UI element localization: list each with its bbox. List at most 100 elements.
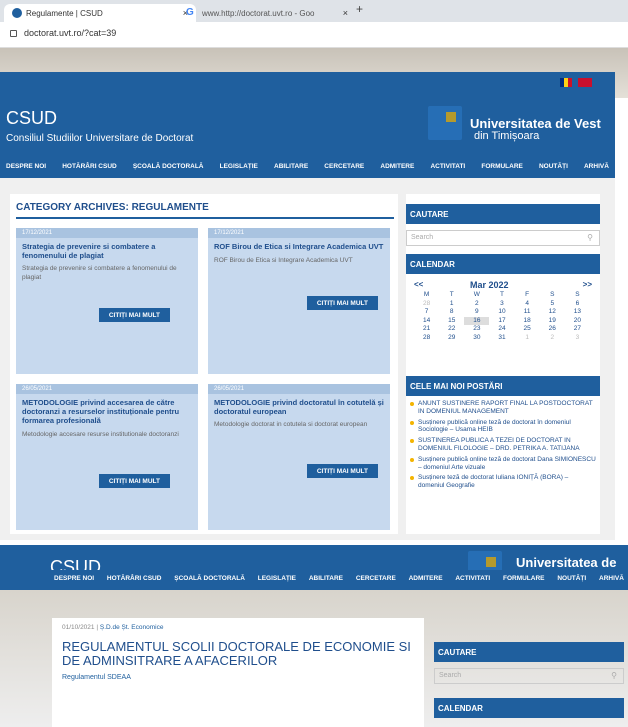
- new-tab-button[interactable]: +: [356, 2, 363, 16]
- nav-legislatie[interactable]: LEGISLAȚIE: [220, 163, 258, 170]
- calendar-day[interactable]: 31: [489, 334, 514, 343]
- university-name: Universitatea de Vest: [470, 116, 601, 131]
- calendar-day[interactable]: 27: [565, 325, 590, 334]
- calendar-day[interactable]: 15: [439, 317, 464, 326]
- tab-google[interactable]: G www.http://doctorat.uvt.ro - Goo ×: [176, 4, 356, 22]
- post-title[interactable]: METODOLOGIE privind doctoratul în cotute…: [214, 398, 384, 416]
- calendar-day[interactable]: 3: [565, 334, 590, 343]
- nav-despre-noi[interactable]: DESPRE NOI: [6, 163, 46, 170]
- calendar-day[interactable]: 3: [489, 300, 514, 309]
- calendar-day[interactable]: 30: [464, 334, 489, 343]
- read-more-button[interactable]: CITIȚI MAI MULT: [98, 474, 170, 488]
- post-excerpt: Metodologie accesare resurse institution…: [22, 431, 179, 438]
- calendar-day[interactable]: 1: [439, 300, 464, 309]
- calendar-day[interactable]: 22: [439, 325, 464, 334]
- nav-formulare[interactable]: FORMULARE: [503, 575, 545, 582]
- nav-noutati[interactable]: NOUTĂȚI: [539, 163, 568, 170]
- calendar-day[interactable]: 19: [540, 317, 565, 326]
- calendar-day[interactable]: 4: [515, 300, 540, 309]
- nav-admitere[interactable]: ADMITERE: [380, 163, 414, 170]
- calendar-day[interactable]: 2: [464, 300, 489, 309]
- english-flag-icon[interactable]: [578, 78, 592, 87]
- post-title[interactable]: METODOLOGIE privind accesarea de către d…: [22, 398, 192, 425]
- recent-post-link[interactable]: Susținere publică online teză de doctora…: [410, 456, 596, 472]
- search-icon[interactable]: ⚲: [611, 671, 617, 680]
- tab-regulamente[interactable]: Regulamente | CSUD ×: [4, 4, 196, 22]
- lock-icon: [10, 30, 17, 37]
- post-date: 01/10/2021: [62, 624, 95, 631]
- calendar-day[interactable]: 20: [565, 317, 590, 326]
- post-subtitle[interactable]: Regulamentul SDEAA: [62, 674, 131, 681]
- calendar-day[interactable]: 1: [515, 334, 540, 343]
- calendar-day[interactable]: 11: [515, 308, 540, 317]
- calendar-day[interactable]: 28: [414, 334, 439, 343]
- recent-post-link[interactable]: Susținere publică online teză de doctora…: [410, 419, 596, 435]
- search-icon[interactable]: ⚲: [587, 233, 593, 242]
- post-category-link[interactable]: Ș.D.de Șt. Economice: [100, 624, 164, 631]
- close-tab-icon[interactable]: ×: [343, 8, 348, 18]
- nav-despre-noi[interactable]: DESPRE NOI: [54, 575, 94, 582]
- calendar-day[interactable]: 12: [540, 308, 565, 317]
- nav-scoala[interactable]: ȘCOALĂ DOCTORALĂ: [133, 163, 204, 170]
- romanian-flag-icon[interactable]: [560, 78, 572, 87]
- nav-arhiva[interactable]: ARHIVĂ: [584, 163, 609, 170]
- calendar-day[interactable]: 7: [414, 308, 439, 317]
- post-card: 26/05/2021 METODOLOGIE privind accesarea…: [16, 384, 198, 530]
- calendar-day[interactable]: 14: [414, 317, 439, 326]
- calendar-day[interactable]: 26: [540, 325, 565, 334]
- post-meta: 01/10/2021 | Ș.D.de Șt. Economice: [62, 624, 163, 631]
- calendar-day[interactable]: 28: [414, 300, 439, 309]
- post-title[interactable]: ROF Birou de Etica si Integrare Academic…: [214, 242, 384, 251]
- nav-cercetare[interactable]: CERCETARE: [324, 163, 364, 170]
- nav-abilitare[interactable]: ABILITARE: [309, 575, 343, 582]
- recent-post-link[interactable]: ANUNT SUSTINERE RAPORT FINAL LA POSTDOCT…: [410, 400, 596, 416]
- calendar-today[interactable]: 16: [464, 316, 490, 325]
- nav-abilitare[interactable]: ABILITARE: [274, 163, 308, 170]
- recent-post-link[interactable]: SUSTINEREA PUBLICA A TEZEI DE DOCTORAT I…: [410, 437, 596, 453]
- calendar-next-button[interactable]: >>: [583, 280, 592, 289]
- calendar-day[interactable]: 13: [565, 308, 590, 317]
- calendar-weekday: W: [473, 291, 480, 298]
- site-logo[interactable]: CSUD: [6, 108, 57, 129]
- calendar-day[interactable]: 24: [489, 325, 514, 334]
- read-more-button[interactable]: CITIȚI MAI MULT: [306, 464, 378, 478]
- search-input[interactable]: Search ⚲: [434, 668, 624, 684]
- nav-activitati[interactable]: ACTIVITATI: [455, 575, 490, 582]
- post-date: 17/12/2021: [22, 230, 53, 236]
- calendar-day[interactable]: 6: [565, 300, 590, 309]
- post-excerpt: Metodologie doctorat in cotutela si doct…: [214, 421, 368, 428]
- calendar-prev-button[interactable]: <<: [414, 280, 423, 289]
- calendar-day[interactable]: 17: [489, 317, 514, 326]
- nav-formulare[interactable]: FORMULARE: [481, 163, 523, 170]
- url-text[interactable]: doctorat.uvt.ro/?cat=39: [24, 28, 116, 38]
- post-title[interactable]: Strategia de prevenire si combatere a fe…: [22, 242, 192, 260]
- nav-admitere[interactable]: ADMITERE: [409, 575, 443, 582]
- nav-activitati[interactable]: ACTIVITATI: [430, 163, 465, 170]
- calendar-day[interactable]: 10: [489, 308, 514, 317]
- page-title: CATEGORY ARCHIVES: REGULAMENTE: [16, 202, 209, 213]
- search-input[interactable]: Search ⚲: [406, 230, 600, 246]
- nav-hotarari[interactable]: HOTĂRÂRI CSUD: [107, 575, 162, 582]
- nav-cercetare[interactable]: CERCETARE: [356, 575, 396, 582]
- recent-post-link[interactable]: Susținere teză de doctorat Iuliana IONIȚ…: [410, 474, 596, 490]
- nav-scoala[interactable]: ȘCOALĂ DOCTORALĂ: [174, 575, 245, 582]
- calendar-day[interactable]: 18: [515, 317, 540, 326]
- google-icon: G: [186, 7, 194, 18]
- nav-hotarari[interactable]: HOTĂRÂRI CSUD: [62, 163, 117, 170]
- calendar-day[interactable]: 23: [464, 325, 489, 334]
- read-more-button[interactable]: CITIȚI MAI MULT: [98, 308, 170, 322]
- nav-arhiva[interactable]: ARHIVĂ: [599, 575, 624, 582]
- calendar-day[interactable]: 2: [540, 334, 565, 343]
- calendar-day[interactable]: 8: [439, 308, 464, 317]
- title-divider: [16, 217, 394, 219]
- nav-noutati[interactable]: NOUTĂȚI: [557, 575, 586, 582]
- calendar-day[interactable]: 25: [515, 325, 540, 334]
- calendar-day[interactable]: 21: [414, 325, 439, 334]
- main-nav-2: DESPRE NOI HOTĂRÂRI CSUD ȘCOALĂ DOCTORAL…: [0, 570, 628, 590]
- nav-legislatie[interactable]: LEGISLAȚIE: [258, 575, 296, 582]
- calendar-day[interactable]: 29: [439, 334, 464, 343]
- read-more-button[interactable]: CITIȚI MAI MULT: [306, 296, 378, 310]
- calendar-day[interactable]: 5: [540, 300, 565, 309]
- address-bar[interactable]: doctorat.uvt.ro/?cat=39: [0, 22, 628, 48]
- calendar-day[interactable]: 9: [464, 308, 489, 317]
